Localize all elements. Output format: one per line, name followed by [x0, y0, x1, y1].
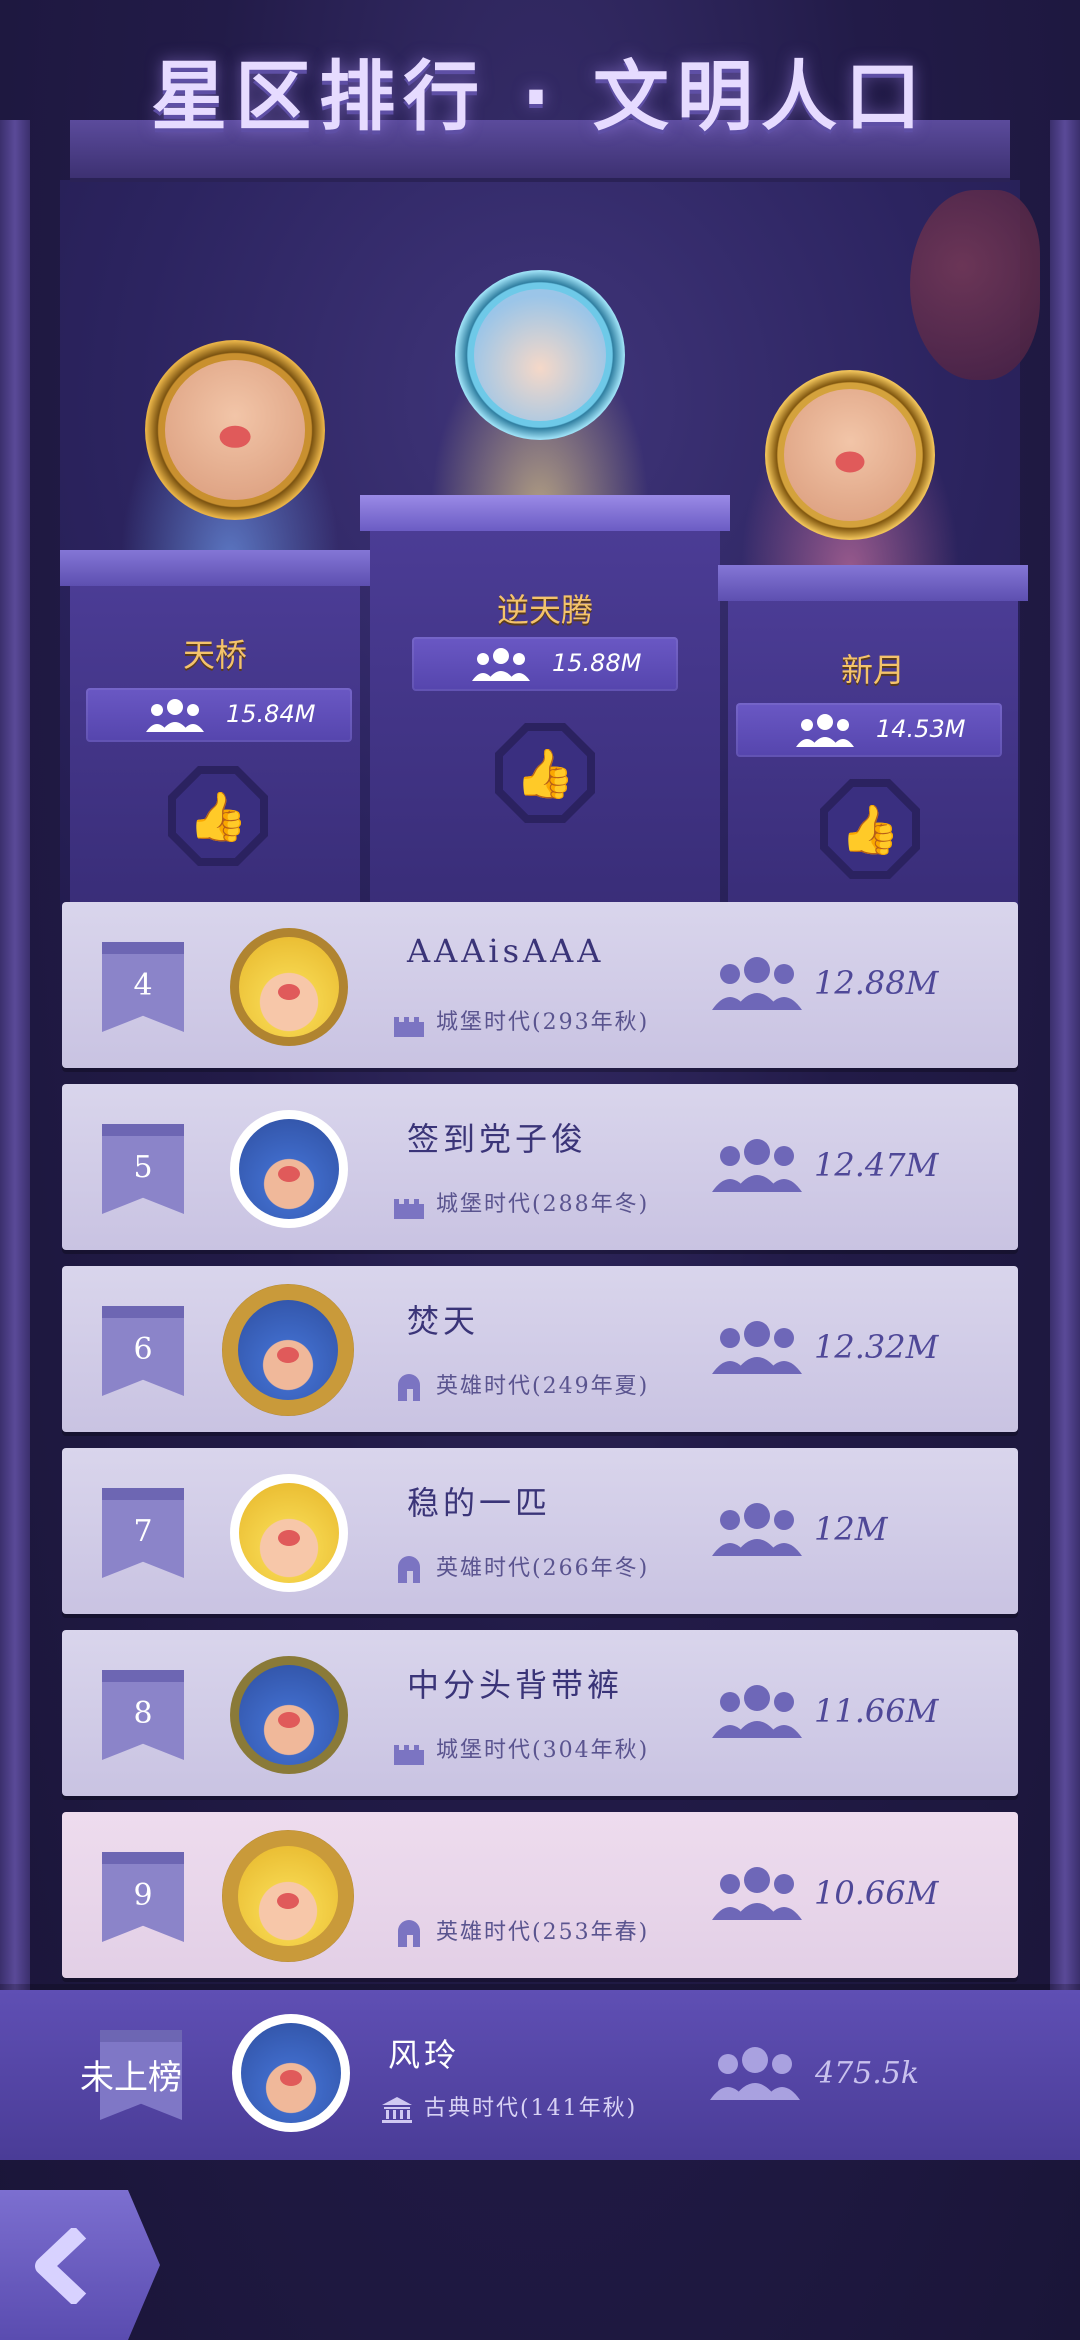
- population-value: 15.84M: [226, 700, 316, 728]
- people-icon: [712, 1503, 802, 1556]
- people-icon: [712, 1867, 802, 1920]
- era-label: 英雄时代(266年冬): [392, 1550, 649, 1583]
- like-button[interactable]: 👍: [168, 766, 268, 866]
- list-item[interactable]: 6 焚天 英雄时代(249年夏) 12.32M: [62, 1266, 1018, 1432]
- population-value: 15.88M: [552, 649, 642, 677]
- my-avatar[interactable]: [232, 2014, 350, 2132]
- like-button[interactable]: 👍: [820, 779, 920, 879]
- avatar-rank-3[interactable]: [765, 370, 935, 540]
- population-value: 12.88M: [814, 964, 939, 1002]
- rank-number: 7: [133, 1514, 153, 1549]
- temple-icon: [382, 2097, 412, 2123]
- like-button[interactable]: 👍: [495, 723, 595, 823]
- avatar[interactable]: [230, 1474, 348, 1592]
- rank-number: 6: [133, 1332, 153, 1367]
- list-item[interactable]: 8 中分头背带裤 城堡时代(304年秋) 11.66M: [62, 1630, 1018, 1796]
- population-pill: 14.53M: [736, 703, 1002, 757]
- podium-name: 新月: [840, 651, 905, 689]
- castle-icon: [394, 1745, 424, 1765]
- people-icon: [712, 1321, 802, 1374]
- people-icon: [712, 1139, 802, 1192]
- avatar-rank-2[interactable]: [145, 340, 325, 520]
- avatar[interactable]: [230, 928, 348, 1046]
- helmet-icon: [398, 1374, 420, 1401]
- list-item[interactable]: 5 签到党子俊 城堡时代(288年冬) 12.47M: [62, 1084, 1018, 1250]
- people-icon: [710, 2047, 800, 2100]
- chevron-left-icon: [35, 2228, 87, 2304]
- player-name: 中分头背带裤: [407, 1666, 624, 1704]
- my-name: 风玲: [388, 2036, 461, 2074]
- list-item[interactable]: 4 AAAisAAA 城堡时代(293年秋) 12.88M: [62, 902, 1018, 1068]
- helmet-icon: [398, 1920, 420, 1947]
- people-icon: [712, 1685, 802, 1738]
- population-value: 12.47M: [814, 1146, 939, 1184]
- era-label: 城堡时代(288年冬): [392, 1186, 649, 1219]
- avatar[interactable]: [222, 1830, 354, 1962]
- player-name: 签到党子俊: [407, 1120, 588, 1158]
- castle-icon: [394, 1199, 424, 1219]
- my-era-label: 古典时代(141年秋): [380, 2090, 637, 2123]
- rank-number: 8: [133, 1696, 153, 1731]
- rank-number: 9: [133, 1878, 153, 1913]
- thumbs-up-icon: 👍: [503, 731, 587, 815]
- helmet-icon: [398, 1556, 420, 1583]
- my-rank-bar[interactable]: 未上榜 风玲 古典时代(141年秋) 475.5k: [0, 1990, 1080, 2160]
- era-label: 英雄时代(249年夏): [392, 1368, 649, 1401]
- podium-first: 逆天腾 15.88M 👍: [360, 495, 730, 910]
- era-label: 城堡时代(304年秋): [392, 1732, 649, 1765]
- thumbs-up-icon: 👍: [828, 787, 912, 871]
- population-value: 12.32M: [814, 1328, 939, 1366]
- population-pill: 15.88M: [412, 637, 678, 691]
- podium-second: 天桥 15.84M 👍: [60, 550, 370, 910]
- avatar[interactable]: [230, 1656, 348, 1774]
- avatar[interactable]: [222, 1284, 354, 1416]
- people-icon: [796, 714, 854, 747]
- podium-name: 天桥: [182, 636, 247, 674]
- planet-decoration: [910, 190, 1040, 380]
- people-icon: [472, 648, 530, 681]
- avatar-rank-1[interactable]: [455, 270, 625, 440]
- list-item[interactable]: 7 稳的一匹 英雄时代(266年冬) 12M: [62, 1448, 1018, 1614]
- rank-number: 4: [133, 968, 153, 1003]
- player-name: 焚天: [407, 1302, 480, 1340]
- thumbs-up-icon: 👍: [176, 774, 260, 858]
- frame-right: [1050, 120, 1080, 2020]
- my-population: 475.5k: [815, 2056, 920, 2091]
- population-value: 11.66M: [814, 1692, 939, 1730]
- people-icon: [146, 699, 204, 732]
- era-label: 城堡时代(293年秋): [392, 1004, 649, 1037]
- list-item[interactable]: 9 英雄时代(253年春) 10.66M: [62, 1812, 1018, 1978]
- population-value: 12M: [814, 1510, 888, 1548]
- avatar[interactable]: [230, 1110, 348, 1228]
- podium-third: 新月 14.53M 👍: [718, 565, 1028, 910]
- people-icon: [712, 957, 802, 1010]
- population-pill: 15.84M: [86, 688, 352, 742]
- podium-name: 逆天腾: [496, 591, 593, 629]
- castle-icon: [394, 1017, 424, 1037]
- page-title: 星区排行 · 文明人口: [151, 52, 929, 141]
- frame-left: [0, 120, 30, 2020]
- era-label: 英雄时代(253年春): [392, 1914, 649, 1947]
- population-value: 10.66M: [814, 1874, 939, 1912]
- rank-number: 5: [133, 1150, 153, 1185]
- my-rank-label: 未上榜: [80, 2058, 182, 2098]
- back-button[interactable]: [0, 2190, 160, 2340]
- player-name: AAAisAAA: [407, 932, 605, 970]
- population-value: 14.53M: [876, 715, 966, 743]
- player-name: 稳的一匹: [407, 1484, 552, 1522]
